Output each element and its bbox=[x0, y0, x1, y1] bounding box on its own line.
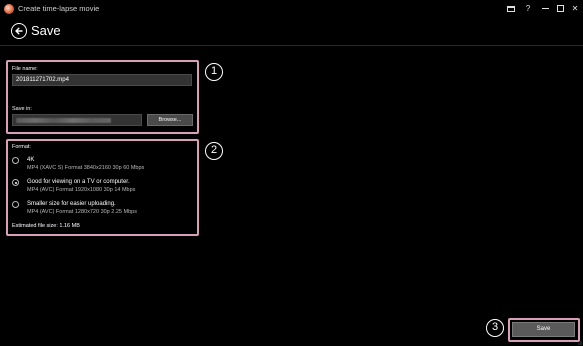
save-button[interactable]: Save bbox=[512, 322, 575, 337]
option-upload-title[interactable]: Smaller size for easier uploading. bbox=[27, 200, 116, 208]
file-name-label: File name: bbox=[12, 66, 38, 72]
option-upload-description: MP4 (AVC) Format 1280x720 30p 2.25 Mbps bbox=[27, 209, 137, 215]
save-button-highlight: Save bbox=[508, 318, 580, 342]
resize-grip-icon[interactable] bbox=[577, 340, 582, 345]
step-3-badge: 3 bbox=[486, 319, 504, 337]
browse-button[interactable]: Browse... bbox=[147, 114, 193, 126]
save-in-label: Save in: bbox=[12, 106, 32, 112]
file-settings-panel: File name: 201811271702.mp4 Save in: Bro… bbox=[6, 60, 199, 134]
format-label: Format: bbox=[12, 144, 31, 150]
radio-tv-computer[interactable] bbox=[12, 179, 19, 186]
help-icon[interactable]: ? bbox=[522, 3, 534, 15]
radio-4k[interactable] bbox=[12, 157, 19, 164]
back-arrow-icon bbox=[15, 27, 23, 35]
minimize-icon[interactable] bbox=[539, 3, 551, 15]
close-icon[interactable]: ✕ bbox=[569, 3, 581, 15]
app-window: Create time-lapse movie ? ✕ Save File na… bbox=[0, 0, 583, 346]
step-1-badge: 1 bbox=[205, 63, 223, 81]
option-4k-title[interactable]: 4K bbox=[27, 156, 34, 164]
page-title: Save bbox=[31, 23, 61, 38]
maximize-icon[interactable] bbox=[554, 3, 566, 15]
header-divider bbox=[0, 45, 583, 46]
step-2-badge: 2 bbox=[205, 142, 223, 160]
toolbox-icon[interactable] bbox=[505, 3, 517, 15]
app-logo-icon bbox=[4, 4, 14, 14]
option-tv-description: MP4 (AVC) Format 1920x1080 30p 14 Mbps bbox=[27, 187, 136, 193]
blurred-path bbox=[16, 118, 111, 123]
back-button[interactable] bbox=[11, 23, 27, 39]
title-bar: Create time-lapse movie ? ✕ bbox=[0, 0, 583, 18]
window-title: Create time-lapse movie bbox=[18, 4, 100, 13]
format-panel: Format: 4K MP4 (XAVC S) Format 3840x2160… bbox=[6, 139, 199, 236]
option-4k-description: MP4 (XAVC S) Format 3840x2160 30p 60 Mbp… bbox=[27, 165, 145, 171]
option-tv-title[interactable]: Good for viewing on a TV or computer. bbox=[27, 178, 130, 186]
file-name-input[interactable]: 201811271702.mp4 bbox=[12, 74, 192, 86]
radio-upload[interactable] bbox=[12, 201, 19, 208]
estimated-file-size: Estimated file size: 1.16 MB bbox=[12, 223, 80, 229]
save-in-path-field[interactable] bbox=[12, 114, 142, 126]
